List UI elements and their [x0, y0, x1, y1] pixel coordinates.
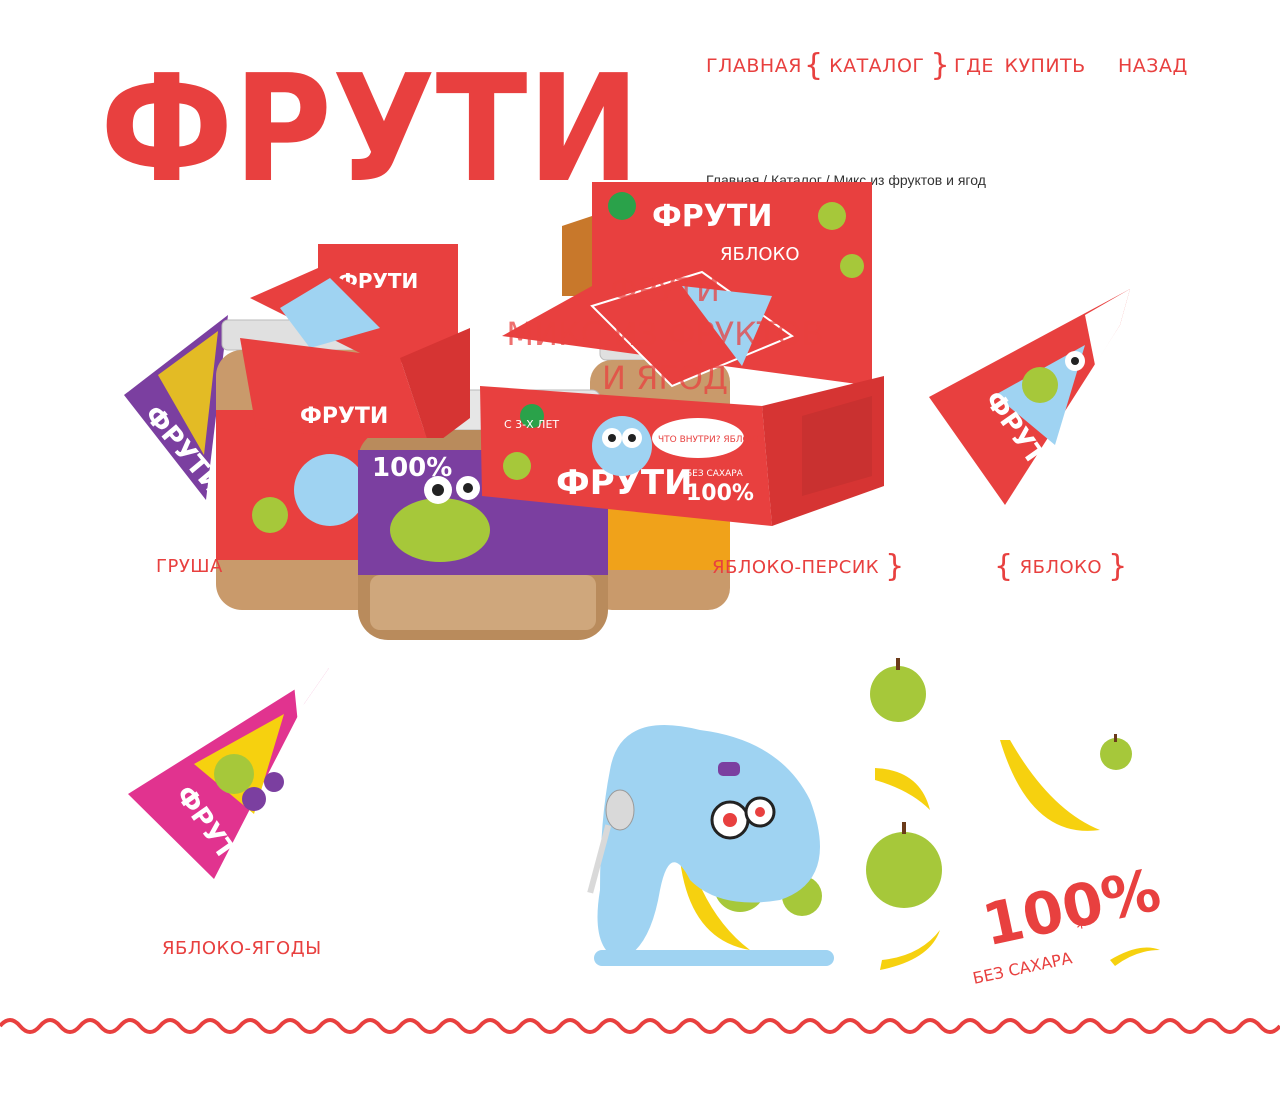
promo-percent: 100% — [977, 856, 1166, 960]
promo-caption: БЕЗ САХАРА — [971, 948, 1074, 988]
apple-berries-pack-image[interactable]: ФРУТИ — [124, 664, 339, 884]
small-box-front-brand: ФРУТИ — [300, 404, 388, 429]
bracket-right-icon: } — [930, 48, 950, 83]
product-label-apple-berries[interactable]: ЯБЛОКО-ЯГОДЫ — [162, 938, 322, 959]
bracket-left-icon: { — [804, 48, 824, 83]
footer-wave-divider — [0, 1018, 1280, 1034]
bracket-right-icon: } — [1108, 549, 1128, 584]
banana-icon — [1110, 947, 1160, 966]
banana-icon — [1000, 740, 1100, 831]
product-label-apple-peach-wrap[interactable]: ЯБЛОКО-ПЕРСИК} — [712, 552, 905, 582]
logo-text: ФРУТИ — [100, 43, 640, 190]
nav-item-home[interactable]: ГЛАВНАЯ — [706, 48, 802, 84]
large-box-badge: ЧТО ВНУТРИ? ЯБЛОКО — [658, 435, 763, 445]
product-label-apple[interactable]: ЯБЛОКО — [1020, 557, 1103, 578]
main-nav: ГЛАВНАЯ {КАТАЛОГ} ГДЕ КУПИТЬ НАЗАД — [700, 48, 1240, 84]
large-box-flavor: ЯБЛОКО — [720, 244, 800, 265]
product-label-apple-peach[interactable]: ЯБЛОКО-ПЕРСИК — [712, 557, 879, 578]
brand-logo[interactable]: ФРУТИ — [100, 40, 640, 190]
nav-item-catalog[interactable]: КАТАЛОГ — [829, 55, 924, 77]
nav-item-back[interactable]: НАЗАД — [1118, 48, 1188, 84]
banana-icon — [875, 768, 930, 810]
apple-icon — [1100, 734, 1132, 770]
hero-title-line: И ЯГОД — [601, 359, 729, 397]
apple-icon — [866, 822, 942, 908]
bracket-right-icon: } — [885, 549, 905, 584]
banana-icon — [880, 930, 940, 970]
apple-icon — [870, 658, 926, 722]
small-display-box-image: ФРУТИ ФРУТИ — [240, 244, 470, 438]
large-box-brand: ФРУТИ — [652, 199, 772, 234]
hero-title-line: ФРУТИ — [610, 271, 720, 309]
product-label-apple-wrap[interactable]: { ЯБЛОКО} — [994, 552, 1128, 582]
nav-item-catalog-wrap[interactable]: {КАТАЛОГ} — [804, 48, 950, 84]
large-box-age: С 3-Х ЛЕТ — [504, 418, 559, 431]
large-box-sugar: БЕЗ САХАРА — [686, 469, 744, 479]
bracket-left-icon: { — [994, 549, 1014, 584]
large-box-percent: 100% — [686, 481, 754, 506]
apple-pack-image[interactable]: ФРУТИ — [925, 285, 1140, 515]
nav-item-where-to-buy[interactable]: ГДЕ КУПИТЬ — [954, 48, 1086, 84]
mascot-illustration: 100% БЕЗ САХАРА * — [587, 658, 1166, 988]
product-label-pear[interactable]: ГРУША — [156, 556, 223, 577]
hero-title: ФРУТИ МИКС ИЗ ФРУКТОВ И ЯГОД — [495, 268, 835, 400]
hero-title-line: МИКС ИЗ ФРУКТОВ — [506, 315, 824, 353]
